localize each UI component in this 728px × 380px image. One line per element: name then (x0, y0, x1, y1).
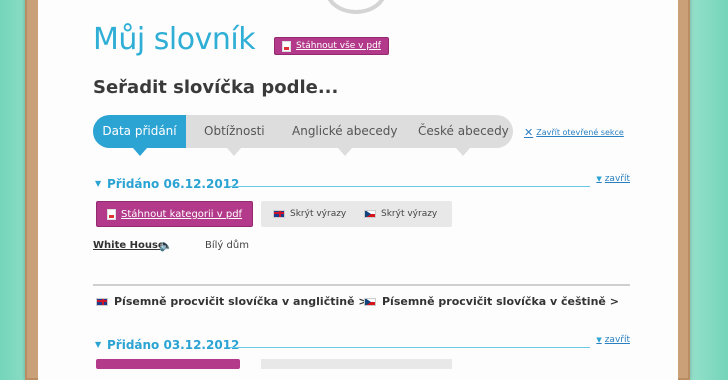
practice-divider (93, 284, 630, 286)
download-all-pdf-label: Stáhnout vše v pdf (296, 41, 381, 51)
tab-difficulty[interactable]: Obtížnosti (204, 115, 265, 156)
practice-english-link[interactable]: Písemně procvičit slovíčka v angličtině … (96, 295, 368, 308)
pdf-icon (107, 208, 116, 220)
download-all-pdf-button[interactable]: Stáhnout vše v pdf (274, 37, 389, 55)
practice-czech-label: Písemně procvičit slovíčka v češtině > (382, 295, 619, 308)
hide-czech-button[interactable]: Skrýt výrazy (364, 201, 437, 227)
section-title: Přidáno 06.12.2012 (107, 177, 240, 191)
section-close-link[interactable]: ▼ zavřít (596, 174, 630, 184)
expand-arrow-icon: ▼ (95, 179, 102, 188)
hide-expressions-group: Skrýt výrazy Skrýt výrazy (261, 201, 452, 227)
word-row: White House 🔈 Bílý dům (93, 239, 393, 254)
tab-czech-alphabet[interactable]: České abecedy (418, 115, 509, 156)
close-open-sections-label: Zavřít otevřené sekce (536, 128, 624, 137)
uk-flag-icon (96, 297, 108, 306)
download-category-pdf-label: Stáhnout kategorii v pdf (121, 208, 243, 220)
word-czech: Bílý dům (205, 240, 249, 251)
hide-czech-label: Skrýt výrazy (381, 209, 438, 219)
czech-flag-icon (364, 210, 376, 218)
hide-english-button[interactable]: Skrýt výrazy (273, 201, 346, 227)
download-category-pdf-button[interactable]: Stáhnout kategorii v pdf (96, 201, 254, 227)
uk-flag-icon (273, 210, 285, 218)
pdf-icon (282, 40, 291, 52)
word-english[interactable]: White House (93, 240, 165, 251)
hide-expressions-group (261, 359, 452, 369)
section-close-label: zavřít (604, 335, 630, 345)
section-header[interactable]: ▼ Přidáno 03.12.2012 ▼ zavřít (93, 335, 630, 354)
section-divider (229, 347, 590, 348)
tab-date-added[interactable]: Data přidání (93, 115, 186, 156)
section-header[interactable]: ▼ Přidáno 06.12.2012 ▼ zavřít (93, 174, 630, 193)
speaker-icon[interactable]: 🔈 (159, 239, 173, 252)
czech-flag-icon (364, 297, 376, 306)
section-divider (229, 186, 590, 187)
expand-arrow-icon: ▼ (95, 340, 102, 349)
sort-tabs: Data přidání Obtížnosti Anglické abecedy… (93, 115, 513, 156)
practice-english-label: Písemně procvičit slovíčka v angličtině … (114, 295, 368, 308)
download-category-pdf-button[interactable] (96, 359, 240, 369)
practice-czech-link[interactable]: Písemně procvičit slovíčka v češtině > (364, 295, 619, 308)
tab-english-alphabet[interactable]: Anglické abecedy (292, 115, 397, 156)
page-title: Můj slovník (93, 22, 256, 57)
hide-english-label: Skrýt výrazy (290, 209, 347, 219)
close-open-sections-link[interactable]: ✕ Zavřít otevřené sekce (524, 126, 624, 139)
close-icon: ✕ (524, 126, 534, 139)
sort-heading: Seřadit slovíčka podle... (93, 77, 339, 98)
section-close-label: zavřít (604, 174, 630, 184)
collapse-arrow-icon: ▼ (596, 175, 602, 183)
section-title: Přidáno 03.12.2012 (107, 338, 240, 352)
collapse-arrow-icon: ▼ (596, 336, 602, 344)
section-close-link[interactable]: ▼ zavřít (596, 335, 630, 345)
